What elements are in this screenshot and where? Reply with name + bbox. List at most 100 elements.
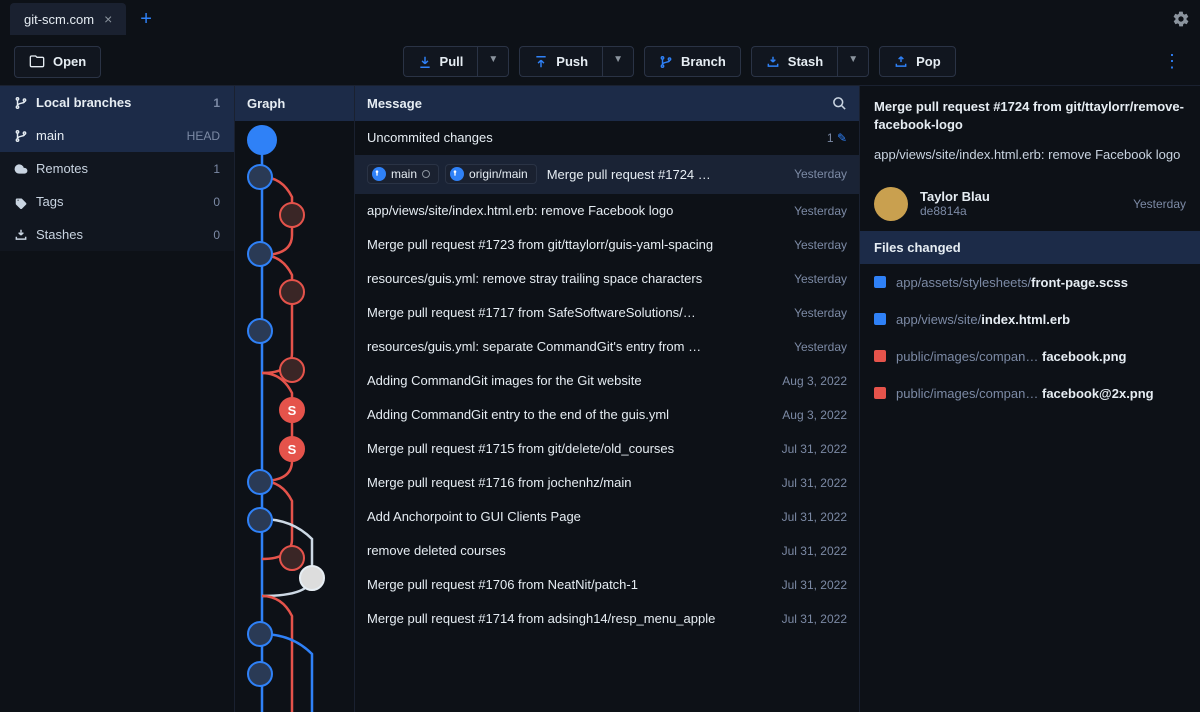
commit-message: Add Anchorpoint to GUI Clients Page [367, 509, 772, 524]
sidebar-stashes[interactable]: Stashes 0 [0, 218, 234, 251]
detail-panel: Merge pull request #1724 from git/ttaylo… [860, 86, 1200, 712]
sidebar-remotes[interactable]: Remotes 1 [0, 152, 234, 185]
search-button[interactable] [832, 96, 847, 111]
commit-date: Yesterday [794, 238, 847, 252]
local-branches-count: 1 [213, 96, 220, 110]
search-icon [832, 96, 847, 111]
file-row[interactable]: public/images/compan… facebook@2x.png [860, 375, 1200, 412]
commit-message: resources/guis.yml: remove stray trailin… [367, 271, 784, 286]
pull-button[interactable]: Pull [403, 46, 478, 77]
sidebar-branch-main[interactable]: main HEAD [0, 119, 234, 152]
graph-node[interactable] [247, 164, 273, 190]
file-name: front-page.scss [1031, 275, 1128, 290]
graph-node[interactable] [279, 279, 305, 305]
commit-list: Uncommited changes 1 ✎ main origin/main … [355, 121, 859, 712]
tags-count: 0 [213, 195, 220, 209]
uncommitted-row[interactable]: Uncommited changes 1 ✎ [355, 121, 859, 155]
graph-node[interactable] [279, 202, 305, 228]
commit-row[interactable]: Add Anchorpoint to GUI Clients PageJul 3… [355, 500, 859, 534]
gear-icon [1172, 10, 1190, 28]
commit-row[interactable]: resources/guis.yml: separate CommandGit'… [355, 330, 859, 364]
commit-row[interactable]: main origin/main Merge pull request #172… [355, 155, 859, 194]
upload-icon [534, 55, 548, 69]
graph-node[interactable] [247, 621, 273, 647]
pull-dropdown[interactable]: ▼ [477, 46, 509, 77]
open-button[interactable]: Open [14, 46, 101, 78]
local-branches-label: Local branches [36, 95, 131, 110]
file-row[interactable]: app/views/site/index.html.erb [860, 301, 1200, 338]
remotes-count: 1 [213, 162, 220, 176]
tag-icon [14, 195, 28, 209]
commit-message: Merge pull request #1716 from jochenhz/m… [367, 475, 772, 490]
author-row: Taylor Blau de8814a Yesterday [860, 177, 1200, 231]
commit-row[interactable]: Merge pull request #1716 from jochenhz/m… [355, 466, 859, 500]
graph-node[interactable] [247, 507, 273, 533]
commit-row[interactable]: app/views/site/index.html.erb: remove Fa… [355, 194, 859, 228]
settings-button[interactable] [1172, 10, 1190, 28]
commit-row[interactable]: Merge pull request #1717 from SafeSoftwa… [355, 296, 859, 330]
graph-node[interactable] [247, 318, 273, 344]
file-row[interactable]: app/assets/stylesheets/front-page.scss [860, 264, 1200, 301]
commit-row[interactable]: Merge pull request #1715 from git/delete… [355, 432, 859, 466]
graph-node[interactable] [299, 565, 325, 591]
file-name: index.html.erb [981, 312, 1070, 327]
stash-dropdown[interactable]: ▼ [837, 46, 869, 77]
commit-row[interactable]: Merge pull request #1706 from NeatNit/pa… [355, 568, 859, 602]
detail-date: Yesterday [1133, 197, 1186, 211]
stash-button[interactable]: Stash [751, 46, 837, 77]
branch-dot-icon [372, 167, 386, 181]
graph-node[interactable] [247, 125, 277, 155]
graph-node[interactable] [279, 357, 305, 383]
close-icon[interactable]: × [104, 11, 112, 27]
sidebar-local-branches[interactable]: Local branches 1 [0, 86, 234, 119]
commit-date: Yesterday [794, 306, 847, 320]
stash-icon [14, 228, 28, 242]
commit-row[interactable]: Adding CommandGit entry to the end of th… [355, 398, 859, 432]
checkout-indicator [422, 170, 430, 178]
commit-row[interactable]: Merge pull request #1723 from git/ttaylo… [355, 228, 859, 262]
commit-row[interactable]: Merge pull request #1714 from adsingh14/… [355, 602, 859, 636]
commit-row[interactable]: resources/guis.yml: remove stray trailin… [355, 262, 859, 296]
pull-label: Pull [440, 54, 464, 69]
cloud-icon [14, 162, 28, 176]
new-tab-button[interactable]: + [130, 4, 162, 35]
open-label: Open [53, 54, 86, 69]
stash-icon [766, 55, 780, 69]
commit-date: Yesterday [794, 272, 847, 286]
branch-button[interactable]: Branch [644, 46, 741, 77]
graph-node[interactable] [247, 469, 273, 495]
graph-node[interactable] [279, 545, 305, 571]
commit-row[interactable]: Adding CommandGit images for the Git web… [355, 364, 859, 398]
file-name: facebook.png [1042, 349, 1127, 364]
branch-pill-main[interactable]: main [367, 164, 439, 184]
commit-date: Jul 31, 2022 [782, 442, 847, 456]
detail-subtitle: app/views/site/index.html.erb: remove Fa… [860, 146, 1200, 176]
repo-tab[interactable]: git-scm.com × [10, 3, 126, 35]
graph-node[interactable]: S [279, 436, 305, 462]
graph-node[interactable]: S [279, 397, 305, 423]
toolbar: Open Pull ▼ Push ▼ Branch Stash [0, 38, 1200, 86]
more-menu[interactable]: ⋮ [1157, 45, 1186, 78]
file-dir: public/images/compan… [896, 386, 1038, 401]
modified-icon [874, 313, 886, 325]
pencil-icon: ✎ [837, 131, 847, 145]
modified-icon [874, 276, 886, 288]
remotes-label: Remotes [36, 161, 88, 176]
commit-row[interactable]: remove deleted coursesJul 31, 2022 [355, 534, 859, 568]
commit-message: app/views/site/index.html.erb: remove Fa… [367, 203, 784, 218]
branch-pill-origin[interactable]: origin/main [445, 164, 537, 184]
sidebar: Local branches 1 main HEAD Remotes 1 Tag… [0, 86, 235, 712]
file-row[interactable]: public/images/compan… facebook.png [860, 338, 1200, 375]
branch-icon [14, 96, 28, 110]
commit-date: Yesterday [794, 167, 847, 181]
file-dir: app/assets/stylesheets/ [896, 275, 1031, 290]
stash-button-group: Stash ▼ [751, 46, 869, 77]
push-button[interactable]: Push [519, 46, 602, 77]
push-dropdown[interactable]: ▼ [602, 46, 634, 77]
commit-date: Jul 31, 2022 [782, 544, 847, 558]
graph-node[interactable] [247, 661, 273, 687]
graph-node[interactable] [247, 241, 273, 267]
sidebar-tags[interactable]: Tags 0 [0, 185, 234, 218]
pop-button[interactable]: Pop [879, 46, 956, 77]
file-dir: app/views/site/ [896, 312, 981, 327]
